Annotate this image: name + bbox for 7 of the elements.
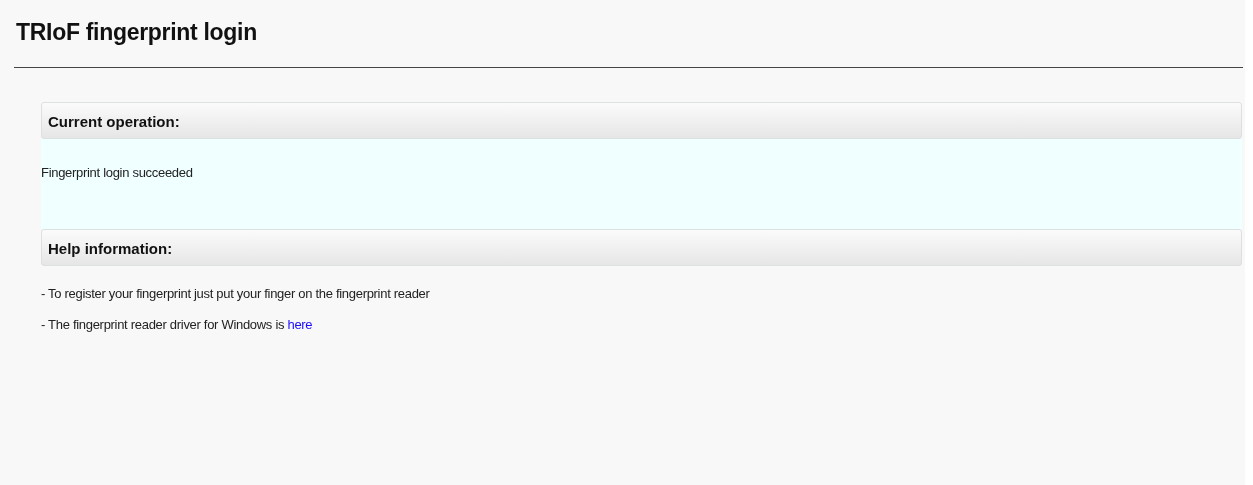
help-text: - The fingerprint reader driver for Windows is here — [41, 316, 313, 333]
section-header: Current operation: — [41, 102, 1242, 139]
help-text: - To register your fingerprint just put your finger on the fingerprint reader — [41, 285, 430, 302]
status-message: Fingerprint login succeeded — [41, 165, 193, 180]
section-header: Help information: — [41, 229, 1242, 266]
driver-link[interactable]: here — [287, 317, 313, 332]
page-title: TRIoF fingerprint login — [16, 18, 258, 46]
